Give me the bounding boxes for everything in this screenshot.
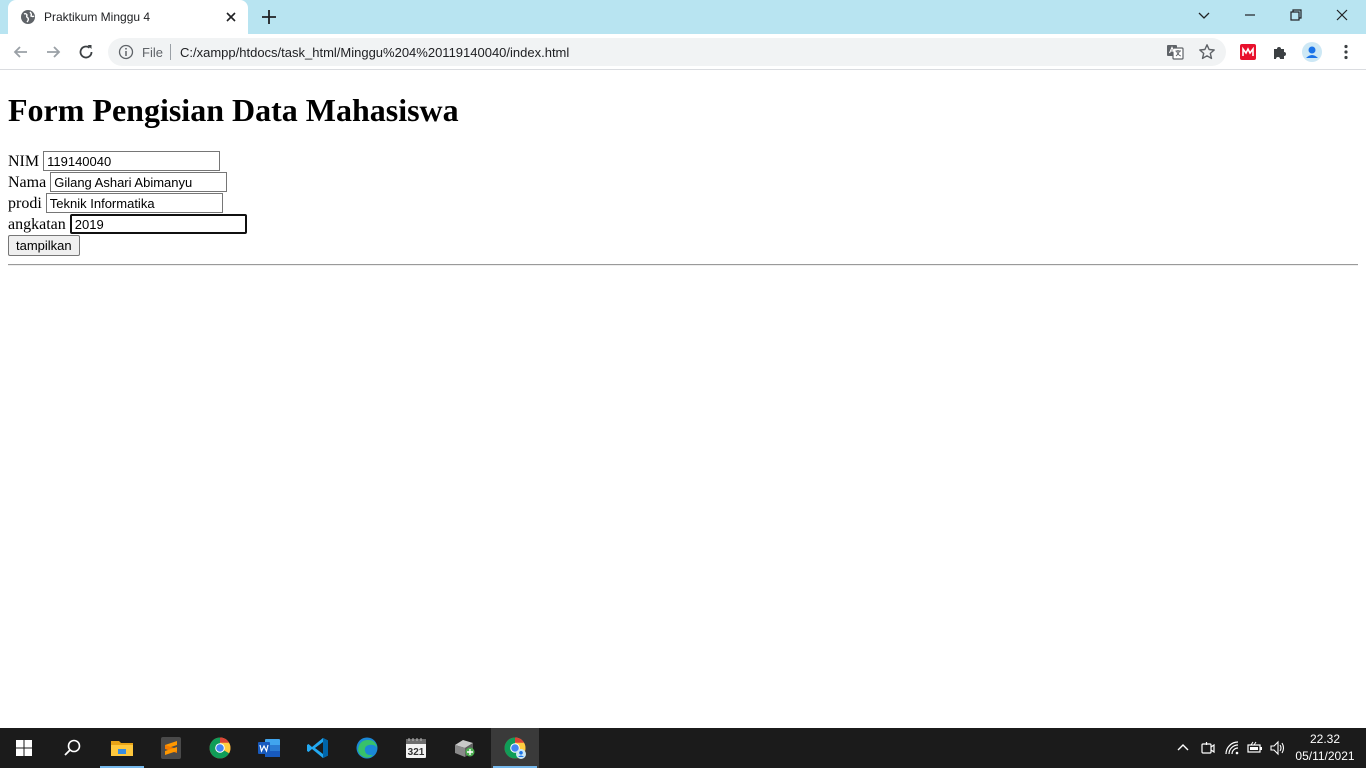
taskbar-chrome[interactable] bbox=[196, 728, 244, 768]
globe-icon bbox=[21, 10, 35, 24]
tampilkan-button[interactable]: tampilkan bbox=[8, 235, 80, 256]
extensions-menu-button[interactable] bbox=[1267, 39, 1293, 65]
clock-date: 05/11/2021 bbox=[1295, 749, 1355, 763]
profile-button[interactable] bbox=[1299, 39, 1325, 65]
nama-input[interactable] bbox=[50, 172, 228, 192]
file-explorer-icon bbox=[111, 741, 133, 756]
chevron-up-icon[interactable] bbox=[1175, 740, 1191, 756]
forward-arrow-icon bbox=[47, 46, 61, 58]
meet-now-icon[interactable] bbox=[1200, 740, 1216, 756]
address-bar[interactable]: File C:/xampp/htdocs/task_html/Minggu%20… bbox=[108, 38, 1226, 66]
chrome-profile-icon bbox=[504, 737, 526, 759]
forward-button[interactable] bbox=[40, 39, 66, 65]
nama-label: Nama bbox=[8, 174, 47, 191]
tab-search-button[interactable] bbox=[1182, 0, 1228, 30]
xampp-icon bbox=[455, 740, 475, 757]
form-row-angkatan: angkatan bbox=[8, 214, 247, 235]
new-tab-icon[interactable] bbox=[258, 6, 280, 28]
restore-icon bbox=[1290, 9, 1302, 21]
taskbar-vscode[interactable] bbox=[294, 728, 342, 768]
volume-icon[interactable] bbox=[1270, 740, 1286, 756]
chevron-down-icon bbox=[1198, 12, 1210, 19]
wifi-icon[interactable] bbox=[1224, 740, 1240, 756]
search-button[interactable] bbox=[48, 728, 96, 768]
taskbar-edge[interactable] bbox=[343, 728, 391, 768]
bookmark-star-icon[interactable] bbox=[1198, 43, 1216, 61]
word-icon bbox=[258, 739, 280, 757]
angkatan-label: angkatan bbox=[8, 216, 66, 233]
puzzle-icon bbox=[1274, 47, 1286, 59]
back-button[interactable] bbox=[8, 39, 34, 65]
reload-button[interactable] bbox=[73, 39, 99, 65]
tab-strip: Praktikum Minggu 4 bbox=[0, 0, 1366, 34]
tab-title: Praktikum Minggu 4 bbox=[44, 10, 151, 24]
taskbar-calendar-app[interactable]: 321 bbox=[392, 728, 440, 768]
search-icon bbox=[64, 739, 81, 756]
taskbar-sublime-text[interactable] bbox=[147, 728, 195, 768]
battery-icon[interactable] bbox=[1247, 740, 1263, 756]
avatar-icon bbox=[1302, 42, 1322, 62]
url-text[interactable]: C:/xampp/htdocs/task_html/Minggu%204%201… bbox=[180, 45, 569, 60]
angkatan-input[interactable] bbox=[69, 214, 247, 234]
kebab-menu-icon bbox=[1344, 44, 1348, 60]
start-button[interactable] bbox=[0, 728, 48, 768]
taskbar-file-explorer[interactable] bbox=[98, 728, 146, 768]
taskbar-chrome-profile[interactable] bbox=[491, 728, 539, 768]
calendar-app-icon: 321 bbox=[406, 738, 426, 758]
svg-text:321: 321 bbox=[408, 747, 425, 758]
back-arrow-icon bbox=[13, 46, 27, 58]
browser-toolbar: File C:/xampp/htdocs/task_html/Minggu%20… bbox=[0, 34, 1366, 70]
browser-tab[interactable]: Praktikum Minggu 4 bbox=[8, 0, 248, 34]
extension-red-icon bbox=[1240, 44, 1256, 60]
form-row-prodi: prodi bbox=[8, 193, 223, 214]
page-title: Form Pengisian Data Mahasiswa bbox=[8, 92, 459, 128]
page-content: Form Pengisian Data Mahasiswa NIM Nama p… bbox=[0, 71, 1366, 728]
minimize-icon bbox=[1245, 14, 1255, 16]
minimize-button[interactable] bbox=[1228, 0, 1274, 30]
horizontal-rule bbox=[8, 264, 1358, 266]
taskbar-xampp[interactable] bbox=[441, 728, 489, 768]
nim-label: NIM bbox=[8, 153, 40, 170]
close-window-button[interactable] bbox=[1320, 0, 1366, 30]
clock-time: 22.32 bbox=[1309, 732, 1341, 746]
chrome-menu-button[interactable] bbox=[1333, 39, 1359, 65]
form-row-nama: Nama bbox=[8, 172, 228, 193]
restore-button[interactable] bbox=[1274, 0, 1320, 30]
url-scheme-label: File bbox=[142, 45, 163, 60]
reload-icon bbox=[79, 45, 93, 59]
sublime-text-icon bbox=[161, 737, 181, 759]
start-icon bbox=[16, 740, 32, 756]
edge-icon bbox=[356, 737, 378, 759]
info-icon[interactable] bbox=[118, 44, 134, 60]
taskbar: 321 22.32 05/11/2021 bbox=[0, 728, 1366, 768]
system-clock[interactable]: 22.32 05/11/2021 bbox=[1290, 731, 1360, 765]
nim-input[interactable] bbox=[43, 151, 221, 171]
omnibox-divider bbox=[170, 44, 171, 60]
form-row-nim: NIM bbox=[8, 151, 221, 172]
close-tab-icon[interactable] bbox=[222, 8, 240, 26]
close-icon bbox=[1336, 9, 1348, 21]
taskbar-word[interactable] bbox=[245, 728, 293, 768]
translate-icon[interactable] bbox=[1166, 43, 1184, 61]
prodi-input[interactable] bbox=[45, 193, 223, 213]
extension-button[interactable] bbox=[1235, 39, 1261, 65]
prodi-label: prodi bbox=[8, 195, 42, 212]
chrome-icon bbox=[209, 737, 231, 759]
vscode-icon bbox=[307, 738, 328, 758]
